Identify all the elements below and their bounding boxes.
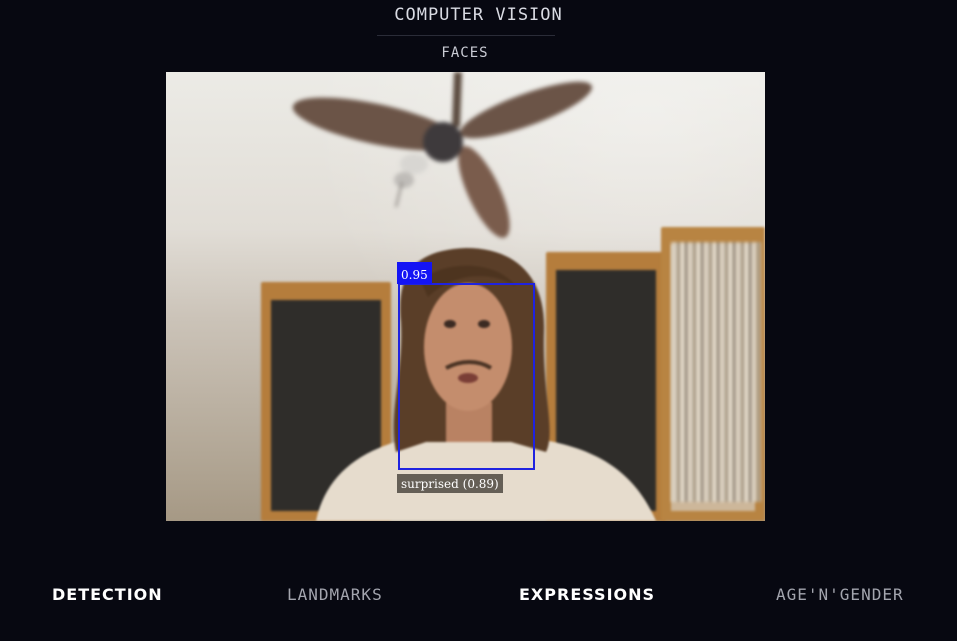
camera-viewport: 0.95 surprised (0.89) xyxy=(166,72,765,521)
nav-expressions[interactable]: EXPRESSIONS xyxy=(519,585,655,604)
nav-detection[interactable]: DETECTION xyxy=(52,585,163,604)
page-title: COMPUTER VISION xyxy=(394,5,563,25)
nav-landmarks[interactable]: LANDMARKS xyxy=(287,585,383,604)
mode-nav: DETECTION LANDMARKS EXPRESSIONS AGE'N'GE… xyxy=(0,585,957,609)
section-title: FACES xyxy=(441,45,489,61)
app-page: COMPUTER VISION FACES 0.95 surprised (0.… xyxy=(0,0,957,641)
nav-age-gender[interactable]: AGE'N'GENDER xyxy=(776,585,904,604)
face-bounding-box xyxy=(398,283,535,470)
title-divider xyxy=(377,35,555,36)
expression-label: surprised (0.89) xyxy=(397,474,503,493)
detection-score-label: 0.95 xyxy=(397,262,432,284)
